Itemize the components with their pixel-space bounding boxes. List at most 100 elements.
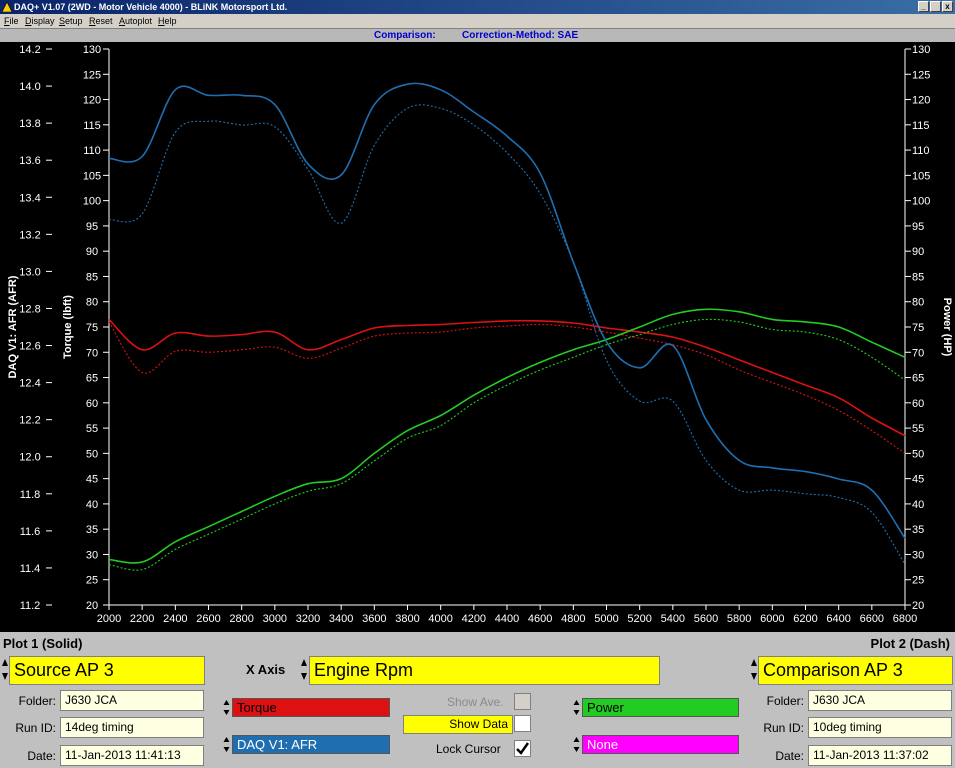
minimize-button[interactable]: _: [918, 1, 929, 12]
close-button[interactable]: x: [942, 1, 953, 12]
power-tick-label: 70: [912, 347, 924, 359]
restore-button[interactable]: [930, 1, 941, 12]
x-tick-label: 4000: [428, 613, 452, 625]
torque-tick-label: 120: [83, 95, 101, 107]
power-tick-label: 100: [912, 196, 930, 208]
x-tick-label: 4800: [561, 613, 585, 625]
power-axis-title: Power (HP): [941, 298, 953, 357]
plot1-folder-label: Folder:: [18, 694, 56, 708]
torque-tick-label: 55: [86, 423, 98, 435]
x-tick-label: 6600: [860, 613, 884, 625]
plot1-date-field[interactable]: 11-Jan-2013 11:41:13: [60, 745, 204, 766]
afr-tick-label: 13.2: [19, 229, 40, 241]
x-axis-spinner-icon[interactable]: [300, 656, 308, 683]
torque-tick-label: 20: [86, 600, 98, 612]
afr-tick-label: 11.8: [20, 489, 41, 501]
afr-series-plot1-line: [108, 82, 906, 539]
power-tick-label: 45: [912, 474, 924, 486]
plot2-date-field[interactable]: 11-Jan-2013 11:37:02: [808, 745, 952, 766]
torque-tick-label: 85: [86, 271, 98, 283]
afr-channel-spinner-icon[interactable]: [223, 735, 230, 754]
comparison-label: Comparison:: [374, 30, 436, 41]
plot2-date-label: Date:: [775, 749, 804, 763]
afr-axis-title: DAQ V1: AFR (AFR): [7, 275, 19, 378]
afr-tick-label: 13.0: [19, 266, 40, 278]
show-ave-checkbox[interactable]: [514, 693, 531, 710]
torque-tick-label: 115: [83, 120, 101, 132]
x-tick-label: 2400: [163, 613, 187, 625]
x-tick-label: 2200: [130, 613, 154, 625]
torque-axis-title: Torque (lbft): [62, 295, 74, 359]
x-tick-label: 5200: [627, 613, 651, 625]
torque-tick-label: 110: [83, 145, 101, 157]
torque-tick-label: 80: [86, 297, 98, 309]
menu-display[interactable]: Display: [25, 14, 55, 28]
x-tick-label: 5600: [694, 613, 718, 625]
x-tick-label: 4400: [495, 613, 519, 625]
power-tick-label: 95: [912, 221, 924, 233]
dyno-chart[interactable]: 14.2 14.0 13.8 13.6 13.4 13.2 13.0 12.8 12.6 12.4…: [0, 42, 955, 632]
power-tick-label: 50: [912, 448, 924, 460]
x-tick-label: 4200: [462, 613, 486, 625]
power-tick-label: 35: [912, 524, 924, 536]
afr-tick-label: 12.4: [19, 378, 40, 390]
x-tick-label: 5800: [727, 613, 751, 625]
afr-tick-label: 13.8: [19, 118, 40, 130]
lock-cursor-checkbox[interactable]: [514, 740, 531, 757]
power-tick-label: 60: [912, 398, 924, 410]
torque-channel-select[interactable]: Torque: [232, 698, 390, 717]
power-tick-label: 20: [912, 600, 924, 612]
lock-cursor-label: Lock Cursor: [436, 742, 501, 756]
plot1-source-spinner-icon[interactable]: [1, 656, 9, 683]
correction-method-label: Correction-Method: SAE: [462, 30, 579, 41]
power-channel-select[interactable]: Power: [582, 698, 739, 717]
plot2-runid-field[interactable]: 10deg timing: [808, 717, 952, 738]
menu-setup[interactable]: Setup: [59, 14, 83, 28]
power-series-plot2-line: [108, 318, 906, 571]
plot1-runid-label: Run ID:: [15, 721, 56, 735]
plot1-source-select[interactable]: Source AP 3: [9, 656, 205, 685]
torque-tick-label: 70: [86, 347, 98, 359]
menu-reset[interactable]: Reset: [89, 14, 113, 28]
plot1-date-label: Date:: [27, 749, 56, 763]
power-tick-label: 110: [912, 145, 930, 157]
plot1-runid-field[interactable]: 14deg timing: [60, 717, 204, 738]
plot1-folder-field[interactable]: J630 JCA: [60, 690, 204, 711]
power-tick-label: 30: [912, 549, 924, 561]
none-channel-select[interactable]: None: [582, 735, 739, 754]
power-tick-label: 90: [912, 246, 924, 258]
title-bar: DAQ+ V1.07 (2WD - Motor Vehicle 4000) - …: [0, 0, 955, 14]
show-data-checkbox[interactable]: [514, 715, 531, 732]
x-tick-label: 5000: [594, 613, 618, 625]
x-axis-select[interactable]: Engine Rpm: [309, 656, 660, 685]
x-tick-label: 2000: [97, 613, 121, 625]
afr-tick-label: 12.8: [19, 303, 40, 315]
menu-help[interactable]: Help: [158, 14, 177, 28]
restore-icon: [934, 2, 936, 11]
checkmark-icon: [516, 742, 530, 755]
menu-autoplot[interactable]: Autoplot: [119, 14, 152, 28]
plot2-source-select[interactable]: Comparison AP 3: [758, 656, 953, 685]
none-channel-spinner-icon[interactable]: [573, 735, 580, 754]
torque-tick-label: 40: [86, 499, 98, 511]
power-channel-spinner-icon[interactable]: [573, 698, 580, 717]
afr-tick-label: 11.2: [20, 600, 41, 612]
power-tick-label: 55: [912, 423, 924, 435]
x-tick-label: 6200: [793, 613, 817, 625]
power-tick-label: 130: [912, 44, 930, 56]
power-tick-label: 75: [912, 322, 924, 334]
plot2-folder-label: Folder:: [766, 694, 804, 708]
plot2-folder-field[interactable]: J630 JCA: [808, 690, 952, 711]
torque-tick-label: 95: [86, 221, 98, 233]
afr-tick-label: 13.4: [19, 192, 40, 204]
x-tick-label: 4600: [528, 613, 552, 625]
torque-tick-label: 50: [86, 448, 98, 460]
show-data-label: Show Data: [403, 715, 513, 734]
menu-bar: File Display Setup Reset Autoplot Help: [0, 14, 955, 28]
menu-file[interactable]: File: [4, 14, 19, 28]
x-tick-label: 3200: [296, 613, 320, 625]
torque-channel-spinner-icon[interactable]: [223, 698, 230, 717]
app-icon: [2, 2, 12, 12]
afr-channel-select[interactable]: DAQ V1: AFR: [232, 735, 390, 754]
plot2-source-spinner-icon[interactable]: [750, 656, 758, 683]
